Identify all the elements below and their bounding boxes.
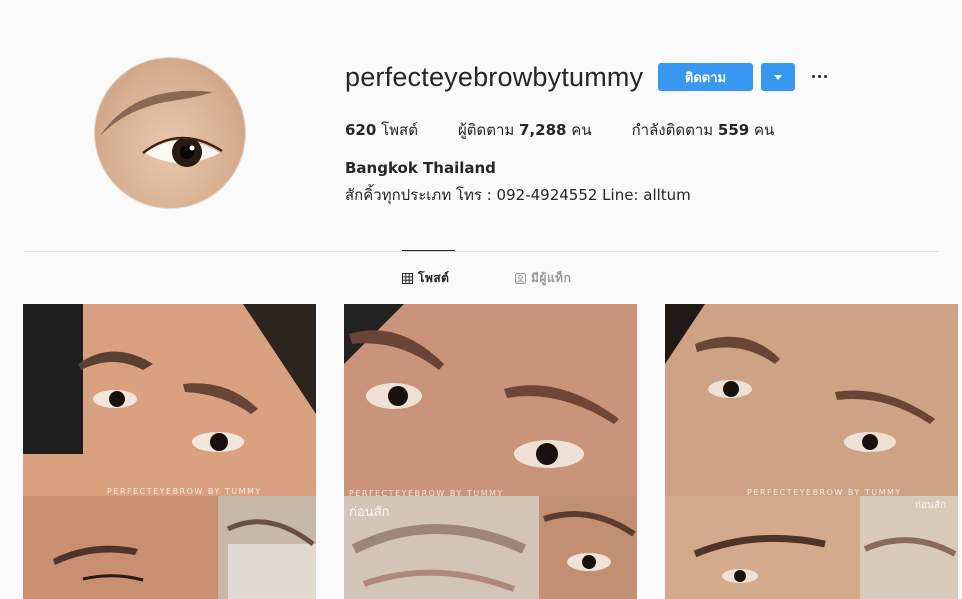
tabs-divider bbox=[24, 251, 938, 252]
grid-icon bbox=[402, 273, 413, 284]
suggestions-dropdown-button[interactable] bbox=[761, 63, 795, 91]
more-dots-icon bbox=[811, 74, 815, 78]
following-stat[interactable]: กำลังติดตาม 559 คน bbox=[632, 118, 775, 142]
chevron-down-icon bbox=[774, 74, 782, 80]
more-options-button[interactable] bbox=[808, 66, 830, 86]
followers-stat[interactable]: ผู้ติดตาม 7,288 คน bbox=[458, 118, 592, 142]
profile-username: perfecteyebrowbytummy bbox=[345, 62, 644, 92]
post-caption: ก่อนสัก bbox=[915, 500, 947, 511]
posts-count: 620 bbox=[345, 121, 377, 139]
tab-posts-label: โพสต์ bbox=[418, 271, 450, 285]
profile-bio: สักคิ้วทุกประเภท โทร : 092-4924552 Line:… bbox=[345, 186, 691, 204]
tab-tagged-label: มีผู้แท็ก bbox=[531, 271, 572, 285]
post-watermark: PERFECTEYEBROW BY TUMMY bbox=[747, 488, 902, 497]
post-image bbox=[665, 304, 958, 599]
posts-label: โพสต์ bbox=[381, 121, 418, 139]
tab-tagged[interactable]: มีผู้แท็ก bbox=[515, 269, 571, 288]
followers-label: ผู้ติดตาม bbox=[457, 121, 515, 139]
following-label: กำลังติดตาม bbox=[631, 121, 714, 139]
active-tab-indicator bbox=[402, 250, 455, 251]
tagged-icon bbox=[515, 273, 526, 284]
post-watermark: PERFECTEYEBROW BY TUMMY bbox=[107, 487, 262, 496]
post-thumbnail[interactable]: PERFECTEYEBROW BY TUMMY bbox=[23, 304, 316, 599]
following-unit: คน bbox=[754, 121, 775, 139]
posts-stat: 620 โพสต์ bbox=[345, 118, 418, 142]
follow-button[interactable]: ติดตาม bbox=[658, 63, 753, 91]
post-caption: ก่อนสัก bbox=[349, 505, 390, 520]
following-count: 559 bbox=[717, 121, 750, 139]
post-image bbox=[23, 304, 316, 599]
post-thumbnail[interactable]: PERFECTEYEBROW BY TUMMY ก่อนสัก bbox=[665, 304, 958, 599]
profile-stats: 620 โพสต์ ผู้ติดตาม 7,288 คน กำลังติดตาม… bbox=[345, 118, 814, 142]
avatar-eye-illustration bbox=[100, 90, 223, 167]
profile-full-name: Bangkok Thailand bbox=[345, 159, 496, 177]
followers-unit: คน bbox=[571, 121, 592, 139]
post-image bbox=[344, 304, 637, 599]
profile-avatar[interactable] bbox=[94, 57, 246, 209]
post-thumbnail[interactable]: PERFECTEYEBROW BY TUMMY ก่อนสัก bbox=[344, 304, 637, 599]
tab-posts[interactable]: โพสต์ bbox=[402, 269, 449, 288]
followers-count: 7,288 bbox=[519, 121, 567, 139]
post-watermark: PERFECTEYEBROW BY TUMMY bbox=[349, 489, 504, 498]
